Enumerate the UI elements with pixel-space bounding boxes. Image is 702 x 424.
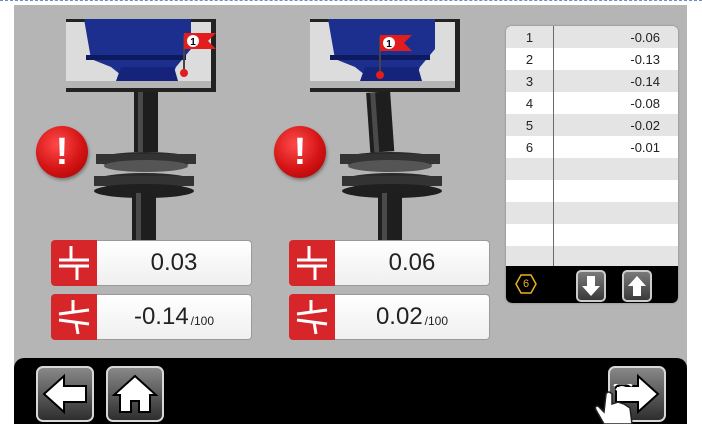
right-machine-illustration: 1 bbox=[310, 19, 460, 241]
back-button[interactable] bbox=[36, 366, 94, 422]
left-parallel-value: 0.03 bbox=[97, 240, 252, 286]
row-index: 4 bbox=[506, 92, 554, 114]
home-button[interactable] bbox=[106, 366, 164, 422]
left-angular-row: -0.14 /100 bbox=[51, 294, 252, 340]
table-row: 5 -0.02 bbox=[506, 114, 678, 136]
table-row: 2 -0.13 bbox=[506, 48, 678, 70]
parallel-offset-icon bbox=[51, 240, 97, 286]
arrow-up-icon bbox=[628, 276, 646, 296]
scroll-down-button[interactable] bbox=[576, 270, 606, 302]
row-value: -0.01 bbox=[630, 140, 660, 155]
table-row: 6 -0.01 bbox=[506, 136, 678, 158]
row-index: 5 bbox=[506, 114, 554, 136]
right-alert-icon: ! bbox=[274, 126, 326, 178]
table-row bbox=[506, 202, 678, 224]
arrow-left-icon bbox=[42, 373, 87, 415]
left-angular-text: -0.14 bbox=[133, 303, 189, 330]
table-row: 3 -0.14 bbox=[506, 70, 678, 92]
left-alert-symbol: ! bbox=[55, 131, 69, 173]
row-value: -0.13 bbox=[630, 52, 660, 67]
angular-offset-icon bbox=[289, 294, 335, 340]
table-row: 4 -0.08 bbox=[506, 92, 678, 114]
row-index: 1 bbox=[506, 26, 554, 48]
right-parallel-value: 0.06 bbox=[335, 240, 490, 286]
angular-offset-icon bbox=[51, 294, 97, 340]
left-machine-illustration: 1 bbox=[66, 19, 216, 241]
measurement-table[interactable]: 1 -0.06 2 -0.13 3 -0.14 4 -0.08 5 -0.02 … bbox=[506, 26, 678, 303]
scroll-up-button[interactable] bbox=[622, 270, 652, 302]
arrow-down-icon bbox=[582, 276, 600, 296]
row-index: 2 bbox=[506, 48, 554, 70]
table-row bbox=[506, 158, 678, 180]
parallel-offset-icon bbox=[289, 240, 335, 286]
row-index: 3 bbox=[506, 70, 554, 92]
table-row: 1 -0.06 bbox=[506, 26, 678, 48]
left-angular-value: -0.14 /100 bbox=[97, 294, 252, 340]
left-machine-view: 1 bbox=[66, 19, 231, 241]
table-row bbox=[506, 224, 678, 246]
row-value: -0.14 bbox=[630, 74, 660, 89]
home-icon bbox=[111, 374, 159, 413]
right-parallel-row: 0.06 bbox=[289, 240, 490, 286]
right-alert-symbol: ! bbox=[293, 131, 307, 173]
row-value: -0.02 bbox=[630, 118, 660, 133]
row-value: -0.08 bbox=[630, 96, 660, 111]
table-row bbox=[506, 246, 678, 266]
right-machine-view: 1 bbox=[310, 19, 475, 241]
right-angular-text: 0.02 bbox=[375, 303, 423, 330]
left-angular-unit: /100 bbox=[190, 314, 215, 328]
right-angular-value: 0.02 /100 bbox=[335, 294, 490, 340]
left-alert-icon: ! bbox=[36, 126, 88, 178]
app-screen: 1 ! 1 ! 0.03 -0.14 /100 0.06 0.02 /100 1… bbox=[14, 5, 687, 424]
right-angular-row: 0.02 /100 bbox=[289, 294, 490, 340]
right-parallel-text: 0.06 bbox=[388, 249, 436, 276]
measurement-count-badge: 6 bbox=[515, 273, 537, 295]
measurement-count: 6 bbox=[522, 278, 530, 290]
row-value: -0.06 bbox=[630, 30, 660, 45]
row-index: 6 bbox=[506, 136, 554, 158]
left-parallel-text: 0.03 bbox=[150, 249, 198, 276]
left-flag-number: 1 bbox=[190, 37, 196, 48]
top-border bbox=[0, 0, 702, 3]
table-row bbox=[506, 180, 678, 202]
table-footer: 6 bbox=[506, 266, 678, 303]
right-angular-unit: /100 bbox=[424, 314, 449, 328]
bottom-nav-bar bbox=[14, 358, 687, 424]
hand-pointer-icon bbox=[594, 384, 633, 424]
left-parallel-row: 0.03 bbox=[51, 240, 252, 286]
right-flag-number: 1 bbox=[386, 39, 392, 50]
